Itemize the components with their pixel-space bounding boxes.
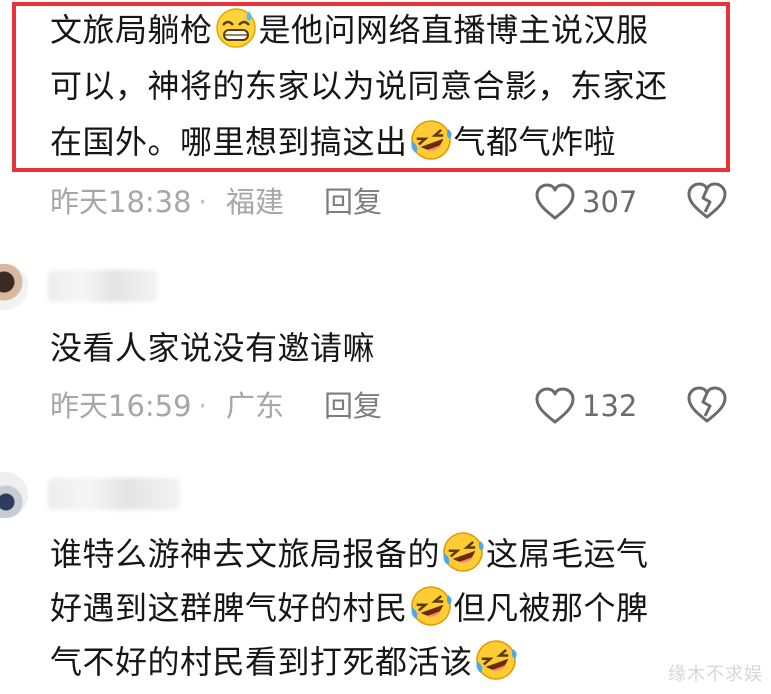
timestamp: 昨天16:59 xyxy=(50,389,192,423)
location: 福建 xyxy=(226,185,285,219)
reply-button[interactable]: 回复 xyxy=(324,180,382,224)
comment-3-line-2: 好遇到这群脾气好的村民 但凡被那个脾 xyxy=(50,582,649,634)
comment-2-meta: 昨天16:59 · 广东 回复 132 xyxy=(50,384,731,428)
text-segment: 在国外。哪里想到搞这出 xyxy=(50,123,408,161)
timestamp: 昨天18:38 xyxy=(50,185,192,219)
comment-3-line-1: 谁特么游神去文旅局报备的 这屌毛运气 xyxy=(50,528,649,580)
separator-dot: · xyxy=(198,185,208,219)
avatar[interactable] xyxy=(0,472,28,518)
username-blurred[interactable] xyxy=(48,478,180,510)
username-blurred[interactable] xyxy=(48,270,158,302)
broken-heart-icon xyxy=(687,386,727,423)
rofl-emoji-icon xyxy=(410,586,452,626)
dislike-button[interactable] xyxy=(686,386,728,436)
text-segment: 但凡被那个脾 xyxy=(453,589,649,627)
watermark: 缘木不求娱 xyxy=(668,664,763,685)
dislike-button[interactable] xyxy=(686,182,728,232)
comment-3-line-3: 气不好的村民看到打死都活该 xyxy=(50,636,519,688)
comment-2-line-1: 没看人家说没有邀请嘛 xyxy=(50,322,375,374)
rofl-emoji-icon xyxy=(443,532,484,572)
like-count: 132 xyxy=(582,389,638,423)
heart-outline-icon xyxy=(535,183,575,220)
text-segment: 没看人家说没有邀请嘛 xyxy=(50,329,376,367)
heart-outline-icon xyxy=(535,387,575,424)
like-button[interactable]: 132 xyxy=(534,384,637,428)
grin-sweat-emoji-icon xyxy=(215,8,256,48)
reply-button[interactable]: 回复 xyxy=(324,384,382,428)
comment-1-meta: 昨天18:38 · 福建 回复 307 xyxy=(50,180,731,224)
text-segment: 气不好的村民看到打死都活该 xyxy=(50,643,473,681)
comment-1-line-3: 在国外。哪里想到搞这出 气都气炸啦 xyxy=(50,116,616,168)
separator-dot: · xyxy=(198,389,208,423)
text-segment: 气都气炸啦 xyxy=(453,123,617,161)
broken-heart-icon xyxy=(687,182,727,219)
text-segment: 文旅局躺枪 xyxy=(50,11,213,49)
location: 广东 xyxy=(226,389,285,423)
text-segment: 可以，神将的东家以为说同意合影，东家还 xyxy=(50,67,668,105)
like-count: 307 xyxy=(582,185,638,219)
comment-1-line-1: 文旅局躺枪 是他问网络直播博主说汉服 xyxy=(50,4,649,56)
text-segment: 这屌毛运气 xyxy=(486,535,649,573)
rofl-emoji-icon xyxy=(410,120,452,160)
comment-1-line-2: 可以，神将的东家以为说同意合影，东家还 xyxy=(50,60,668,112)
text-segment: 谁特么游神去文旅局报备的 xyxy=(50,535,441,573)
like-button[interactable]: 307 xyxy=(534,180,637,224)
text-segment: 是他问网络直播博主说汉服 xyxy=(258,11,649,49)
rofl-emoji-icon xyxy=(475,640,517,680)
text-segment: 好遇到这群脾气好的村民 xyxy=(50,589,408,627)
avatar[interactable] xyxy=(0,264,28,310)
